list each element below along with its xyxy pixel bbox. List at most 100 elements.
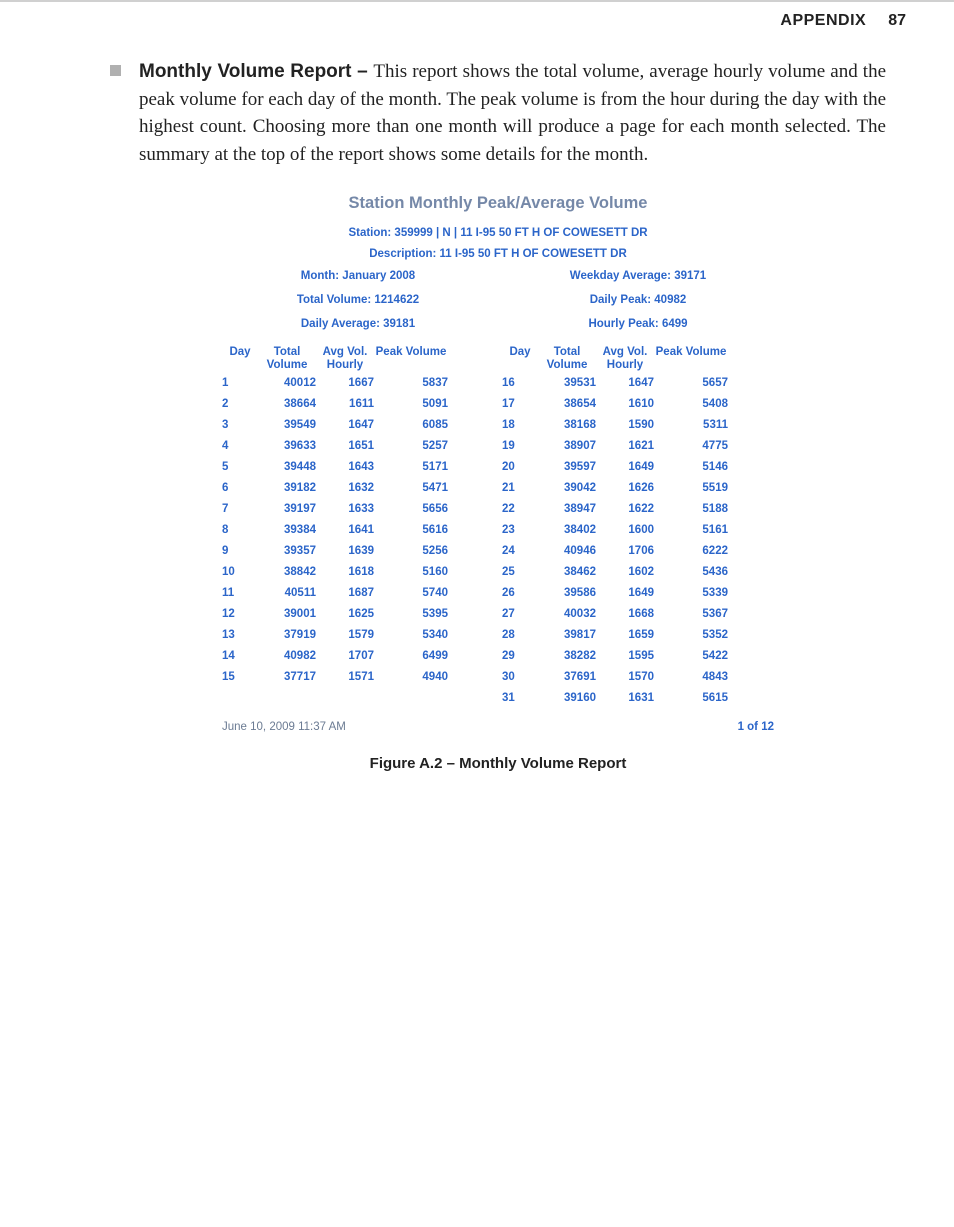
cell-avg-hourly: 1618 [316, 566, 374, 578]
cell-avg-hourly: 1649 [596, 461, 654, 473]
cell-avg-hourly: 1647 [596, 377, 654, 389]
cell-day: 20 [498, 461, 538, 473]
cell-peak-volume: 5091 [374, 398, 448, 410]
cell-total-volume: 38462 [538, 566, 596, 578]
cell-avg-hourly: 1659 [596, 629, 654, 641]
table-row: 193890716214775 [498, 438, 778, 454]
cell-total-volume: 40982 [258, 650, 316, 662]
cell-total-volume: 37691 [538, 671, 596, 683]
cell-avg-hourly: 1641 [316, 524, 374, 536]
cell-peak-volume: 5160 [374, 566, 448, 578]
table-row: 33954916476085 [218, 417, 498, 433]
table-row: 203959716495146 [498, 459, 778, 475]
table-row: 293828215955422 [498, 648, 778, 664]
cell-total-volume: 39357 [258, 545, 316, 557]
cell-total-volume: 38907 [538, 440, 596, 452]
cell-total-volume: 39633 [258, 440, 316, 452]
cell-peak-volume: 5519 [654, 482, 728, 494]
cell-total-volume: 39448 [258, 461, 316, 473]
cell-avg-hourly: 1632 [316, 482, 374, 494]
cell-avg-hourly: 1687 [316, 587, 374, 599]
cell-avg-hourly: 1667 [316, 377, 374, 389]
cell-total-volume: 39549 [258, 419, 316, 431]
cell-day: 9 [218, 545, 258, 557]
table-row: 183816815905311 [498, 417, 778, 433]
cell-total-volume: 39042 [538, 482, 596, 494]
cell-peak-volume: 5422 [654, 650, 728, 662]
cell-day: 25 [498, 566, 538, 578]
cell-peak-volume: 5656 [374, 503, 448, 515]
table-row: 274003216685367 [498, 606, 778, 622]
cell-total-volume: 39531 [538, 377, 596, 389]
appendix-label: APPENDIX [780, 12, 866, 29]
table-row: 114051116875740 [218, 585, 498, 601]
report-image-area: Station Monthly Peak/Average Volume Stat… [218, 194, 778, 733]
cell-day: 30 [498, 671, 538, 683]
cell-total-volume: 37919 [258, 629, 316, 641]
cell-day: 28 [498, 629, 538, 641]
cell-total-volume: 40511 [258, 587, 316, 599]
cell-peak-volume: 5339 [654, 587, 728, 599]
cell-total-volume: 38664 [258, 398, 316, 410]
paragraph-text: Monthly Volume Report – This report show… [139, 58, 886, 168]
cell-day: 24 [498, 545, 538, 557]
cell-avg-hourly: 1571 [316, 671, 374, 683]
cell-total-volume: 40032 [538, 608, 596, 620]
report-timestamp: June 10, 2009 11:37 AM [222, 721, 346, 733]
table-row: 53944816435171 [218, 459, 498, 475]
cell-peak-volume: 6085 [374, 419, 448, 431]
cell-peak-volume: 5188 [654, 503, 728, 515]
hdr-avg-hourly: Avg Vol. Hourly [596, 346, 654, 371]
cell-day: 2 [218, 398, 258, 410]
cell-peak-volume: 4775 [654, 440, 728, 452]
cell-peak-volume: 5395 [374, 608, 448, 620]
cell-peak-volume: 5615 [654, 692, 728, 704]
cell-total-volume: 39586 [538, 587, 596, 599]
cell-peak-volume: 5256 [374, 545, 448, 557]
cell-avg-hourly: 1668 [596, 608, 654, 620]
cell-day: 8 [218, 524, 258, 536]
hdr-total-volume: Total Volume [538, 346, 596, 371]
cell-peak-volume: 5161 [654, 524, 728, 536]
table-row: 253846216025436 [498, 564, 778, 580]
table-row: 213904216265519 [498, 480, 778, 496]
cell-peak-volume: 5367 [654, 608, 728, 620]
table-row: 83938416415616 [218, 522, 498, 538]
table-row: 283981716595352 [498, 627, 778, 643]
hdr-day: Day [218, 346, 258, 371]
cell-peak-volume: 5311 [654, 419, 728, 431]
cell-total-volume: 40012 [258, 377, 316, 389]
table-header-row: Day Total Volume Avg Vol. Hourly Peak Vo… [498, 344, 778, 373]
report-title: Station Monthly Peak/Average Volume [218, 194, 778, 213]
table-row: 153771715714940 [218, 669, 498, 685]
cell-day: 3 [218, 419, 258, 431]
cell-total-volume: 38842 [258, 566, 316, 578]
cell-avg-hourly: 1590 [596, 419, 654, 431]
cell-avg-hourly: 1622 [596, 503, 654, 515]
table-row: 133791915795340 [218, 627, 498, 643]
cell-day: 18 [498, 419, 538, 431]
cell-peak-volume: 4843 [654, 671, 728, 683]
cell-avg-hourly: 1633 [316, 503, 374, 515]
table-row: 14001216675837 [218, 375, 498, 391]
cell-day: 17 [498, 398, 538, 410]
cell-avg-hourly: 1706 [596, 545, 654, 557]
table-row: 63918216325471 [218, 480, 498, 496]
cell-total-volume: 38654 [538, 398, 596, 410]
cell-day: 16 [498, 377, 538, 389]
cell-avg-hourly: 1626 [596, 482, 654, 494]
cell-avg-hourly: 1570 [596, 671, 654, 683]
cell-day: 29 [498, 650, 538, 662]
hdr-peak-volume: Peak Volume [374, 346, 448, 371]
cell-total-volume: 37717 [258, 671, 316, 683]
cell-avg-hourly: 1602 [596, 566, 654, 578]
cell-avg-hourly: 1625 [316, 608, 374, 620]
table-row: 93935716395256 [218, 543, 498, 559]
bullet-paragraph: Monthly Volume Report – This report show… [110, 58, 886, 168]
hdr-peak-volume: Peak Volume [654, 346, 728, 371]
cell-day: 31 [498, 692, 538, 704]
cell-avg-hourly: 1600 [596, 524, 654, 536]
table-row: 73919716335656 [218, 501, 498, 517]
table-row: 103884216185160 [218, 564, 498, 580]
cell-total-volume: 39817 [538, 629, 596, 641]
